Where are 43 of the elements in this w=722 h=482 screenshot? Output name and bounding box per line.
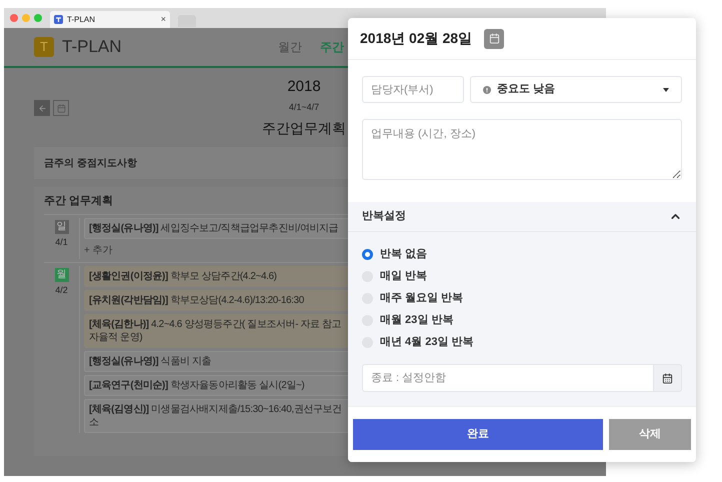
arrow-left-icon bbox=[38, 104, 46, 112]
repeat-section-header[interactable]: 반복설정 bbox=[348, 202, 696, 232]
calendar-icon bbox=[662, 372, 673, 384]
confirm-button[interactable]: 완료 bbox=[353, 419, 603, 450]
radio-button[interactable] bbox=[362, 248, 373, 260]
weekday-badge: 월 bbox=[54, 268, 68, 282]
assignee-field[interactable]: 담당자(부서) bbox=[362, 76, 464, 103]
tab-title: T-PLAN bbox=[67, 14, 96, 26]
caret-icon bbox=[663, 88, 669, 92]
calendar-icon bbox=[488, 33, 500, 44]
calendar-button[interactable] bbox=[53, 100, 69, 116]
window-close-control[interactable] bbox=[10, 14, 18, 22]
section-title: 금주의 중점지도사항 bbox=[44, 156, 137, 170]
repeat-option[interactable]: 매일 반복 bbox=[362, 268, 682, 284]
new-tab-button[interactable] bbox=[178, 15, 196, 27]
content-field[interactable]: 업무내용 (시간, 장소) bbox=[362, 119, 682, 180]
year-label: 2018 bbox=[287, 77, 321, 97]
calendar-icon bbox=[56, 104, 66, 112]
day-date: 4/2 bbox=[55, 284, 68, 296]
back-button[interactable] bbox=[34, 100, 50, 116]
end-date-field[interactable]: 종료 : 설정안함 bbox=[362, 364, 654, 392]
date-picker-button[interactable] bbox=[484, 28, 504, 48]
browser-tab[interactable]: T-PLAN × bbox=[50, 11, 170, 28]
weekday-badge: 일 bbox=[54, 220, 68, 234]
priority-select[interactable]: 중요도 낮음 bbox=[470, 76, 682, 103]
week-range: 4/1~4/7 bbox=[288, 100, 320, 114]
dialog-date: 2018년 02월 28일 bbox=[360, 29, 472, 48]
repeat-option[interactable]: 매년 4월 23일 반복 bbox=[362, 334, 682, 350]
tab-close-button[interactable]: × bbox=[160, 12, 166, 26]
page-title: 주간업무계획 bbox=[262, 119, 346, 138]
section-title: 주간 업무계획 bbox=[44, 194, 114, 209]
info-icon bbox=[483, 86, 491, 94]
repeat-option[interactable]: 매주 월요일 반복 bbox=[362, 290, 682, 306]
repeat-option[interactable]: 매월 23일 반복 bbox=[362, 312, 682, 328]
favicon-icon bbox=[54, 15, 63, 24]
delete-button[interactable]: 삭제 bbox=[609, 419, 691, 450]
window-minimize-control[interactable] bbox=[22, 14, 30, 22]
window-maximize-control[interactable] bbox=[34, 14, 42, 22]
brand-name: T-PLAN bbox=[62, 36, 122, 58]
logo: T bbox=[34, 37, 54, 57]
repeat-option[interactable]: 반복 없음 bbox=[362, 246, 682, 262]
end-date-picker-button[interactable] bbox=[654, 364, 682, 392]
day-date: 4/1 bbox=[55, 236, 68, 248]
